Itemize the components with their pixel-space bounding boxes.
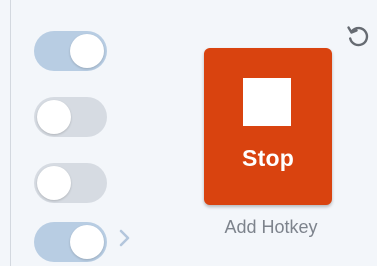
- chevron-right-icon[interactable]: [117, 228, 133, 248]
- stop-button-label: Stop: [242, 145, 294, 171]
- toggle-knob: [37, 166, 71, 200]
- toggle-switch-2[interactable]: [34, 97, 107, 137]
- toggle-switch-3[interactable]: [34, 163, 107, 203]
- capture-panel: Stop Add Hotkey: [0, 0, 377, 266]
- toggle-knob: [70, 225, 104, 259]
- rotate-ccw-icon[interactable]: [345, 23, 371, 49]
- toggle-switch-1[interactable]: [34, 31, 107, 71]
- stop-square-icon: [243, 78, 291, 126]
- toggle-knob: [37, 100, 71, 134]
- toggle-knob: [70, 34, 104, 68]
- stop-button[interactable]: Stop: [204, 48, 332, 205]
- toggle-switch-4[interactable]: [34, 222, 107, 262]
- add-hotkey-link[interactable]: Add Hotkey: [196, 217, 346, 238]
